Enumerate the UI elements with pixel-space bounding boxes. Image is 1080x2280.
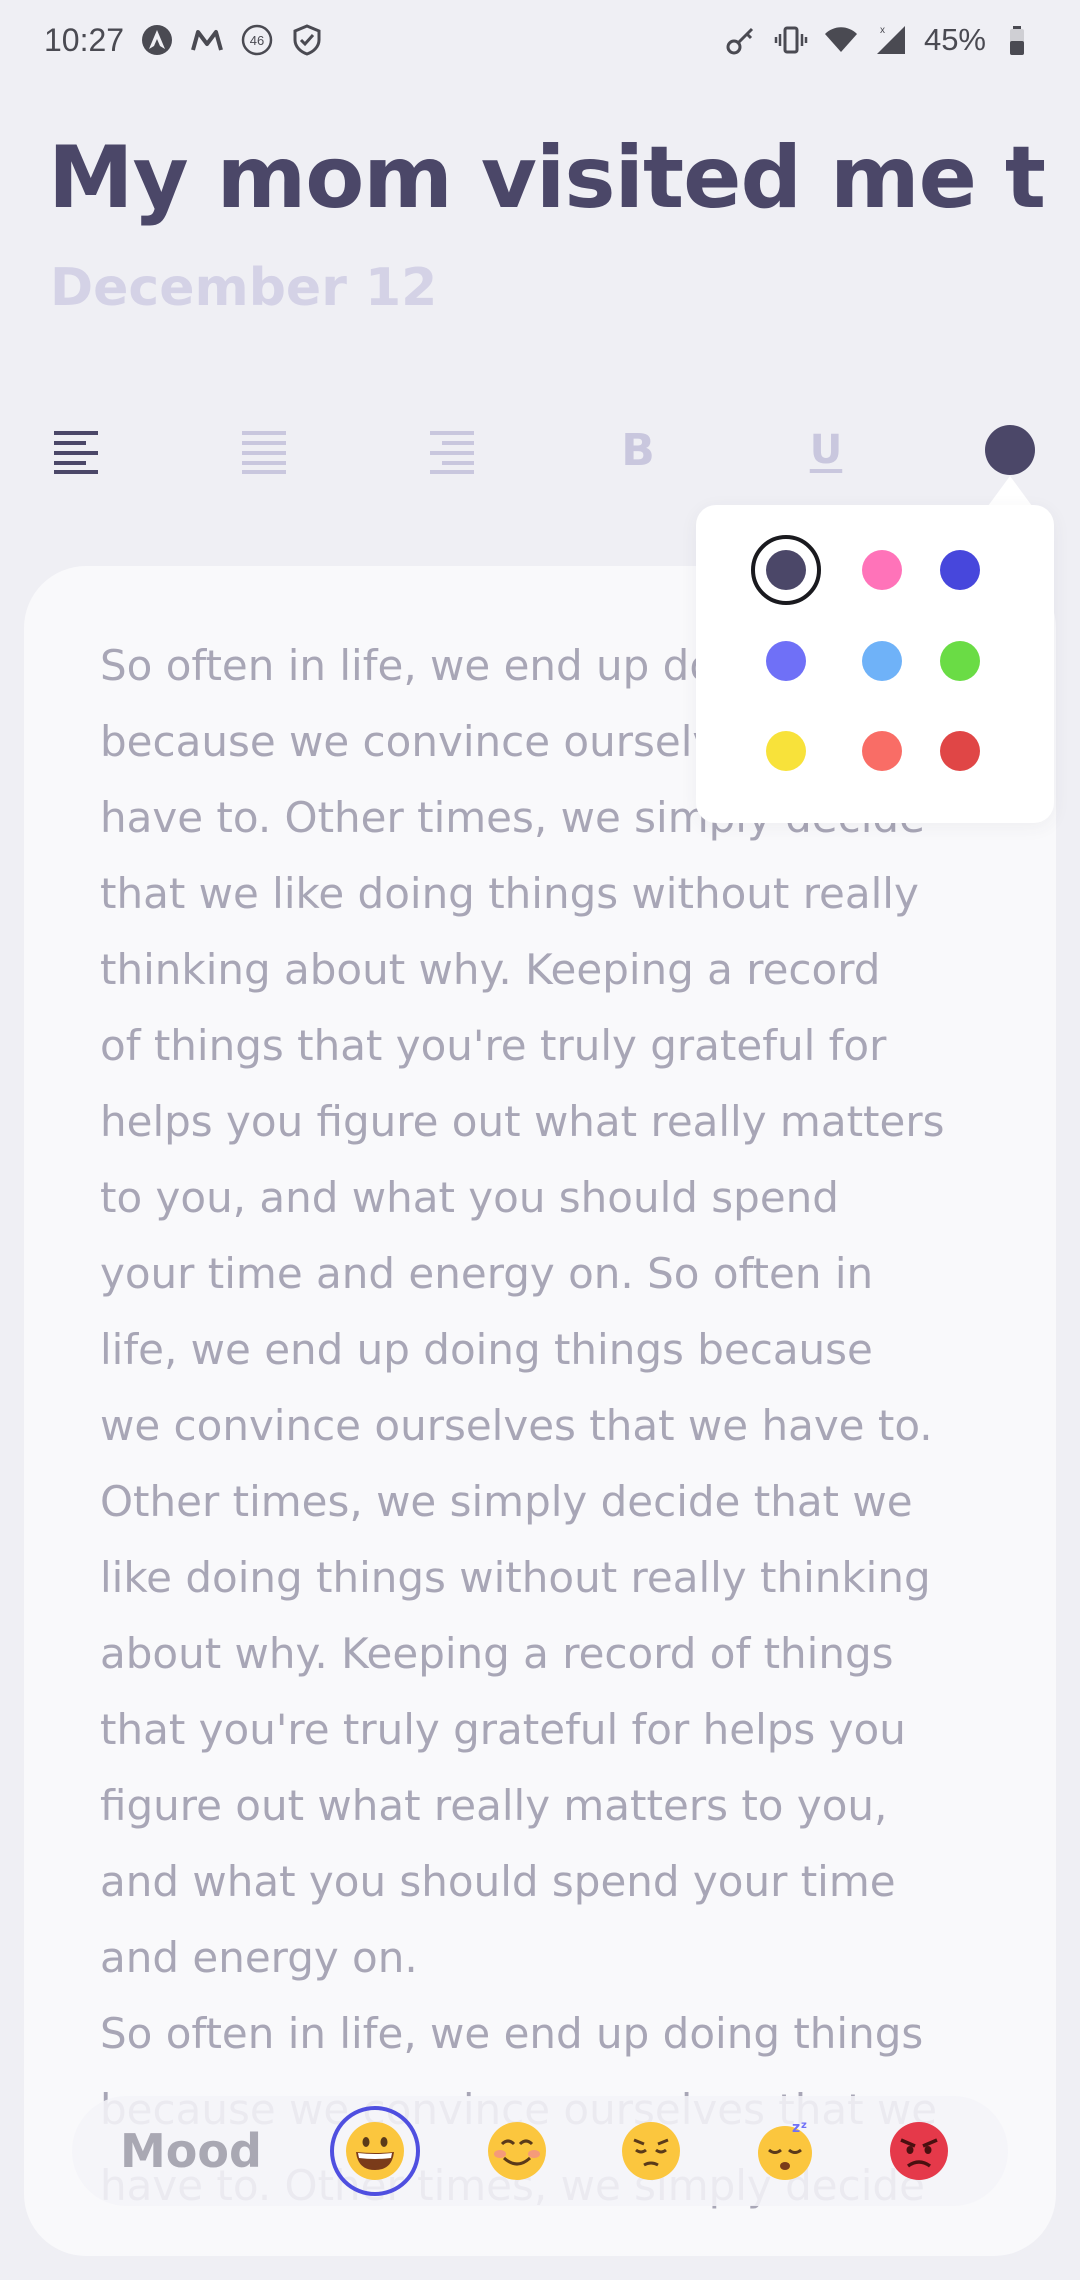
color-swatch[interactable] [940,641,980,681]
align-justify-button[interactable] [234,420,294,480]
wifi-icon [824,23,858,57]
underline-icon: U [809,427,843,473]
status-left: 10:27 46 [44,22,324,59]
grinning-face-icon [346,2122,404,2180]
status-right: x 45% [724,22,1036,58]
mood-sleeping-button[interactable]: z z [740,2106,830,2196]
formatting-toolbar: B U [0,400,1080,500]
entry-body-text[interactable]: So often in life, we end up doing things… [100,628,1000,2224]
status-bar: 10:27 46 x 45% [0,0,1080,80]
bold-icon: B [621,424,655,476]
color-swatch[interactable] [940,731,980,771]
svg-text:x: x [880,25,885,36]
status-time: 10:27 [44,21,125,58]
align-left-icon [54,431,98,474]
mood-label: Mood [120,2124,262,2178]
mood-grinning-button[interactable] [330,2106,420,2196]
svg-text:z: z [801,2120,807,2131]
align-left-button[interactable] [46,420,106,480]
mood-pensive-button[interactable] [606,2106,696,2196]
entry-title[interactable]: My mom visited me t.. [48,128,1048,228]
smiling-face-icon [488,2122,546,2180]
entry-date: December 12 [50,258,438,318]
svg-text:46: 46 [250,33,264,48]
align-right-icon [430,431,474,474]
color-swatch[interactable] [862,550,902,590]
text-color-button[interactable] [980,420,1040,480]
pensive-face-icon [622,2122,680,2180]
mail-m-icon [190,23,224,57]
color-swatch[interactable] [766,641,806,681]
mood-angry-button[interactable] [874,2106,964,2196]
current-color-icon [985,425,1035,475]
sleeping-face-icon: z z [758,2120,812,2180]
vibrate-icon [774,23,808,57]
color-swatch[interactable] [862,641,902,681]
mood-smiling-button[interactable] [472,2106,562,2196]
key-icon [724,23,758,57]
color-swatch[interactable] [940,550,980,590]
battery-icon [1002,23,1036,57]
bold-button[interactable]: B [608,420,668,480]
svg-text:z: z [792,2120,800,2136]
color-swatch[interactable] [766,550,806,590]
color-picker-popup [696,505,1054,823]
align-justify-icon [242,431,286,474]
data-46-icon: 46 [240,23,274,57]
angry-face-icon [890,2122,948,2180]
mood-bar: Mood z z [72,2096,1008,2206]
color-swatch[interactable] [862,731,902,771]
battery-percent: 45% [923,22,986,57]
signal-icon: x [874,23,908,57]
color-popup-arrow [988,476,1032,506]
arch-linux-icon [140,23,174,57]
underline-button[interactable]: U [796,420,856,480]
shield-icon [290,23,324,57]
color-swatch[interactable] [766,731,806,771]
align-right-button[interactable] [422,420,482,480]
